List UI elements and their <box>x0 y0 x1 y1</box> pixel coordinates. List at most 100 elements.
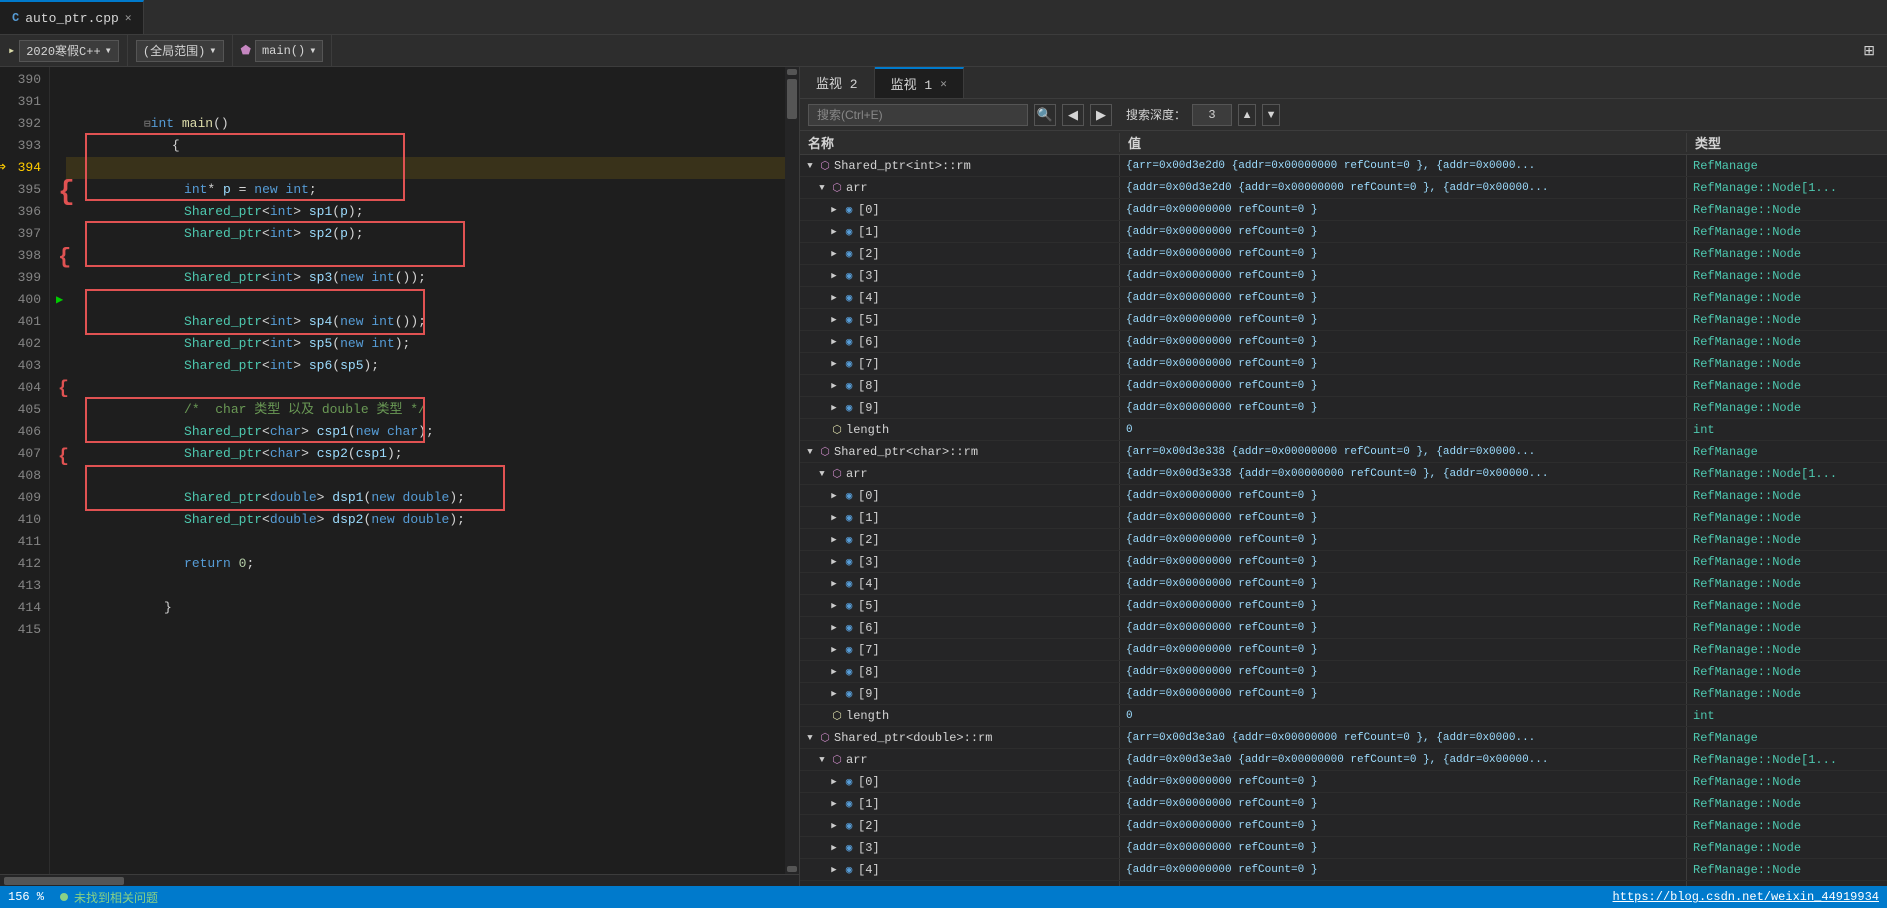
node-icon-9: ◉ <box>842 401 856 415</box>
watch-value-int-9: {addr=0x00000000 refCount=0 } <box>1120 397 1687 418</box>
func-dropdown[interactable]: main() ▾ <box>255 40 323 62</box>
code-line-409: Shared_ptr<double> dsp2(new double); <box>66 487 785 509</box>
expand-icon-int-1[interactable] <box>828 226 840 238</box>
watch-headers: 名称 值 类型 <box>800 131 1887 155</box>
watch-index-7: [7] <box>858 357 880 371</box>
node-icon-1: ◉ <box>842 225 856 239</box>
watch-search-input[interactable] <box>808 104 1028 126</box>
watch-index-0: [0] <box>858 203 880 217</box>
expand-icon-sp-double-rm[interactable] <box>804 732 816 744</box>
code-line-397 <box>66 223 785 245</box>
tab-label: auto_ptr.cpp <box>25 11 119 26</box>
expand-icon-int-5[interactable] <box>828 314 840 326</box>
watch-row-sp-double-arr[interactable]: ⬡ arr {addr=0x00d3e3a0 {addr=0x00000000 … <box>800 749 1887 771</box>
depth-down-btn[interactable]: ▼ <box>1262 104 1280 126</box>
watch-row-dbl-4[interactable]: ◉[4] {addr=0x00000000 refCount=0 } RefMa… <box>800 859 1887 881</box>
watch-tab-1[interactable]: 监视 1 ✕ <box>875 67 964 98</box>
code-line-415 <box>66 619 785 641</box>
expand-icon-sp-int-rm[interactable] <box>804 160 816 172</box>
watch-row-char-9[interactable]: ◉[9] {addr=0x00000000 refCount=0 } RefMa… <box>800 683 1887 705</box>
nav-fwd-btn[interactable]: ▶ <box>1090 104 1112 126</box>
watch-row-char-2[interactable]: ◉[2] {addr=0x00000000 refCount=0 } RefMa… <box>800 529 1887 551</box>
watch-row-sp-char-rm[interactable]: ⬡ Shared_ptr<char>::rm {arr=0x00d3e338 {… <box>800 441 1887 463</box>
expand-icon-sp-char-arr[interactable] <box>816 468 828 480</box>
code-line-399: ▶ Shared_ptr<int> sp4(new int()); <box>66 267 785 289</box>
watch-row-char-8[interactable]: ◉[8] {addr=0x00000000 refCount=0 } RefMa… <box>800 661 1887 683</box>
watch-row-sp-double-rm[interactable]: ⬡ Shared_ptr<double>::rm {arr=0x00d3e3a0… <box>800 727 1887 749</box>
expand-icon-int-8[interactable] <box>828 380 840 392</box>
code-editor: 390 391 392 393 394 ⟹ 395 396 397 398 39… <box>0 67 800 886</box>
watch-row-dbl-1[interactable]: ◉[1] {addr=0x00000000 refCount=0 } RefMa… <box>800 793 1887 815</box>
watch-row-sp-int-rm[interactable]: ⬡ Shared_ptr<int>::rm {arr=0x00d3e2d0 {a… <box>800 155 1887 177</box>
watch-row-dbl-3[interactable]: ◉[3] {addr=0x00000000 refCount=0 } RefMa… <box>800 837 1887 859</box>
watch-row-int-2[interactable]: ◉ [2] {addr=0x00000000 refCount=0 } RefM… <box>800 243 1887 265</box>
expand-icon-int-4[interactable] <box>828 292 840 304</box>
watch-row-char-4[interactable]: ◉[4] {addr=0x00000000 refCount=0 } RefMa… <box>800 573 1887 595</box>
watch-row-char-6[interactable]: ◉[6] {addr=0x00000000 refCount=0 } RefMa… <box>800 617 1887 639</box>
watch-row-dbl-2[interactable]: ◉[2] {addr=0x00000000 refCount=0 } RefMa… <box>800 815 1887 837</box>
node-icon-6: ◉ <box>842 335 856 349</box>
watch-name-sp-char-rm: Shared_ptr<char>::rm <box>834 445 978 459</box>
watch-row-sp-char-arr[interactable]: ⬡ arr {addr=0x00d3e338 {addr=0x00000000 … <box>800 463 1887 485</box>
watch-row-int-6[interactable]: ◉ [6] {addr=0x00000000 refCount=0 } RefM… <box>800 331 1887 353</box>
watch-row-int-4[interactable]: ◉ [4] {addr=0x00000000 refCount=0 } RefM… <box>800 287 1887 309</box>
expand-icon-int-6[interactable] <box>828 336 840 348</box>
watch-body[interactable]: ⬡ Shared_ptr<int>::rm {arr=0x00d3e2d0 {a… <box>800 155 1887 886</box>
watch-row-dbl-0[interactable]: ◉[0] {addr=0x00000000 refCount=0 } RefMa… <box>800 771 1887 793</box>
project-dropdown[interactable]: 2020寒假C++ ▾ <box>19 40 119 62</box>
watch-row-char-0[interactable]: ◉[0] {addr=0x00000000 refCount=0 } RefMa… <box>800 485 1887 507</box>
depth-up-btn[interactable]: ▲ <box>1238 104 1256 126</box>
watch-tab-2[interactable]: 监视 2 <box>800 67 875 98</box>
h-scrollbar[interactable] <box>0 874 799 886</box>
chevron-down-icon: ▾ <box>105 43 112 58</box>
watch-row-char-5[interactable]: ◉[5] {addr=0x00000000 refCount=0 } RefMa… <box>800 595 1887 617</box>
code-line-413: } <box>66 575 785 597</box>
expand-btn[interactable]: ⊞ <box>1859 40 1879 61</box>
expand-icon-sp-char-rm[interactable] <box>804 446 816 458</box>
expand-icon-sp-int-arr[interactable] <box>816 182 828 194</box>
watch-type-int-2: RefManage::Node <box>1687 243 1887 264</box>
watch-row-char-1[interactable]: ◉[1] {addr=0x00000000 refCount=0 } RefMa… <box>800 507 1887 529</box>
code-line-408: Shared_ptr<double> dsp1(new double); <box>66 465 785 487</box>
scope-dropdown[interactable]: (全局范围) ▾ <box>136 40 224 62</box>
watch-type-arr-int: RefManage::Node[1... <box>1687 177 1887 198</box>
code-line-391: ⊟int main() <box>66 91 785 113</box>
tab-close-btn[interactable]: ✕ <box>125 11 132 25</box>
watch-row-sp-int-arr[interactable]: ⬡ arr {addr=0x00d3e2d0 {addr=0x00000000 … <box>800 177 1887 199</box>
node-icon-2: ◉ <box>842 247 856 261</box>
zoom-level: 156 % <box>8 890 44 904</box>
code-line-406: Shared_ptr<char> csp2(csp1); <box>66 421 785 443</box>
watch-row-int-0[interactable]: ◉ [0] {addr=0x00000000 refCount=0 } RefM… <box>800 199 1887 221</box>
url-link[interactable]: https://blog.csdn.net/weixin_44919934 <box>1613 890 1879 904</box>
code-line-394: int* p = new int; <box>66 157 785 179</box>
exp-char-0[interactable] <box>828 490 840 502</box>
nav-back-btn[interactable]: ◀ <box>1062 104 1084 126</box>
watch-row-int-3[interactable]: ◉ [3] {addr=0x00000000 refCount=0 } RefM… <box>800 265 1887 287</box>
expand-icon-int-7[interactable] <box>828 358 840 370</box>
watch-row-char-7[interactable]: ◉[7] {addr=0x00000000 refCount=0 } RefMa… <box>800 639 1887 661</box>
watch-toolbar: 🔍 ◀ ▶ 搜索深度： 3 ▲ ▼ <box>800 99 1887 131</box>
watch-row-int-1[interactable]: ◉ [1] {addr=0x00000000 refCount=0 } RefM… <box>800 221 1887 243</box>
watch-row-int-7[interactable]: ◉ [7] {addr=0x00000000 refCount=0 } RefM… <box>800 353 1887 375</box>
watch-row-char-3[interactable]: ◉[3] {addr=0x00000000 refCount=0 } RefMa… <box>800 551 1887 573</box>
watch-value-int-0: {addr=0x00000000 refCount=0 } <box>1120 199 1687 220</box>
watch-row-char-length[interactable]: ⬡ length 0 int <box>800 705 1887 727</box>
expand-icon-sp-double-arr[interactable] <box>816 754 828 766</box>
code-lines[interactable]: ⊟int main() { int* p = new int; Shared_p… <box>50 67 785 874</box>
expand-icon-int-2[interactable] <box>828 248 840 260</box>
expand-icon-int-0[interactable] <box>828 204 840 216</box>
watch-type-int-5: RefManage::Node <box>1687 309 1887 330</box>
tab-auto-ptr[interactable]: C auto_ptr.cpp ✕ <box>0 0 144 34</box>
watch-row-int-9[interactable]: ◉ [9] {addr=0x00000000 refCount=0 } RefM… <box>800 397 1887 419</box>
expand-icon-int-3[interactable] <box>828 270 840 282</box>
expand-icon-int-9[interactable] <box>828 402 840 414</box>
scope-chevron-icon: ▾ <box>209 43 216 58</box>
watch-type-length-int: int <box>1687 419 1887 440</box>
search-icon-btn[interactable]: 🔍 <box>1034 104 1056 126</box>
watch-name-length-int: length <box>846 423 889 437</box>
watch-row-int-length[interactable]: ⬡ length 0 int <box>800 419 1887 441</box>
watch-row-int-5[interactable]: ◉ [5] {addr=0x00000000 refCount=0 } RefM… <box>800 309 1887 331</box>
watch-tab-close[interactable]: ✕ <box>940 77 947 91</box>
code-scrollbar[interactable] <box>785 67 799 874</box>
watch-row-int-8[interactable]: ◉ [8] {addr=0x00000000 refCount=0 } RefM… <box>800 375 1887 397</box>
